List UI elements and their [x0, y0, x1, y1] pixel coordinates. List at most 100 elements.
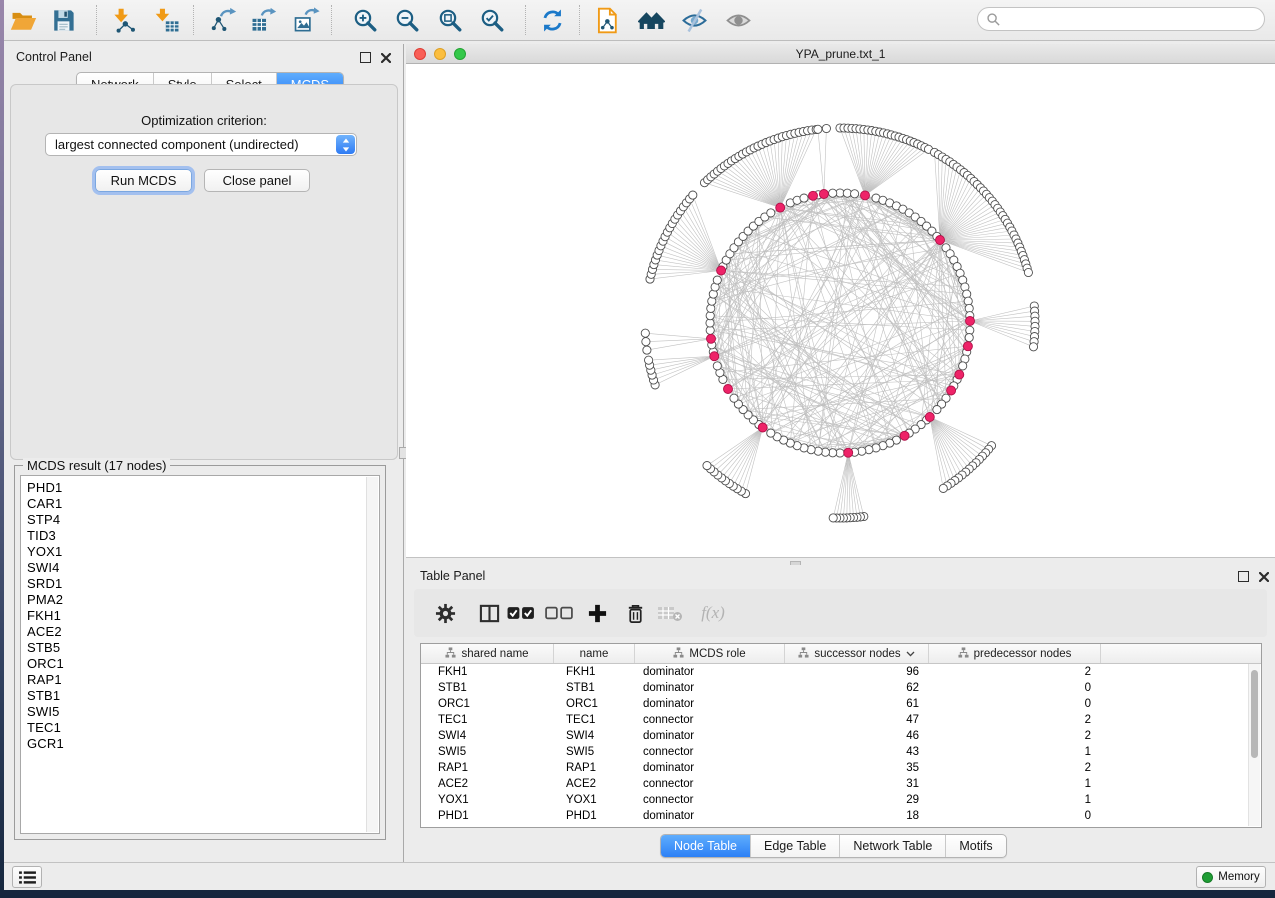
- zoom-selected-icon[interactable]: [475, 3, 509, 37]
- tab-node-table[interactable]: Node Table: [661, 835, 750, 857]
- control-panel: Control Panel NetworkStyleSelectMCDS Opt…: [4, 44, 404, 862]
- export-image-icon[interactable]: [289, 3, 323, 37]
- column-header-successor-nodes[interactable]: successor nodes: [785, 644, 929, 663]
- open-session-icon[interactable]: [6, 3, 40, 37]
- network-document-icon[interactable]: [589, 3, 623, 37]
- mcds-result-item[interactable]: PHD1: [21, 480, 379, 496]
- tree-icon: [445, 647, 456, 661]
- table-cell: 61: [785, 696, 929, 712]
- import-network-icon[interactable]: [107, 3, 141, 37]
- scrollbar-thumb[interactable]: [1251, 670, 1258, 758]
- column-header-MCDS-role[interactable]: MCDS role: [635, 644, 785, 663]
- table-cell: ORC1: [554, 696, 635, 712]
- mcds-result-item[interactable]: STB1: [21, 688, 379, 704]
- mcds-result-item[interactable]: STB5: [21, 640, 379, 656]
- mcds-result-item[interactable]: SWI4: [21, 560, 379, 576]
- column-header-shared-name[interactable]: shared name: [421, 644, 554, 663]
- show-columns-icon[interactable]: [472, 596, 506, 630]
- status-bar: Memory: [4, 862, 1275, 890]
- memory-button[interactable]: Memory: [1196, 866, 1266, 888]
- run-mcds-button[interactable]: Run MCDS: [95, 169, 192, 192]
- node-table-header: shared namenameMCDS rolesuccessor nodesp…: [421, 644, 1261, 664]
- mcds-result-group: MCDS result (17 nodes) PHD1CAR1STP4TID3Y…: [14, 465, 386, 840]
- mcds-tab-content: Optimization criterion: largest connecte…: [10, 84, 398, 460]
- table-cell: 35: [785, 760, 929, 776]
- table-row[interactable]: FKH1FKH1dominator962: [421, 664, 1261, 680]
- close-panel-icon[interactable]: [381, 53, 391, 63]
- home-neighbors-icon[interactable]: [634, 3, 668, 37]
- mcds-result-item[interactable]: SRD1: [21, 576, 379, 592]
- close-panel-icon[interactable]: [1259, 572, 1269, 582]
- column-header-name[interactable]: name: [554, 644, 635, 663]
- search-input[interactable]: [1005, 9, 1264, 29]
- table-row[interactable]: STB1STB1dominator620: [421, 680, 1261, 696]
- save-session-icon[interactable]: [46, 3, 80, 37]
- mcds-list-scrollbar[interactable]: [366, 477, 378, 832]
- mcds-result-item[interactable]: CAR1: [21, 496, 379, 512]
- tree-icon: [798, 647, 809, 661]
- table-row[interactable]: SWI4SWI4dominator462: [421, 728, 1261, 744]
- hide-graphics-details-icon[interactable]: [677, 3, 711, 37]
- node-table-rows: FKH1FKH1dominator962STB1STB1dominator620…: [421, 664, 1261, 824]
- table-cell: FKH1: [554, 664, 635, 680]
- tab-edge-table[interactable]: Edge Table: [750, 835, 839, 857]
- mcds-result-item[interactable]: GCR1: [21, 736, 379, 752]
- export-network-icon[interactable]: [206, 3, 240, 37]
- node-table-scrollbar[interactable]: [1248, 664, 1260, 826]
- tab-motifs[interactable]: Motifs: [945, 835, 1005, 857]
- table-cell: 62: [785, 680, 929, 696]
- table-row[interactable]: RAP1RAP1dominator352: [421, 760, 1261, 776]
- column-header-predecessor-nodes[interactable]: predecessor nodes: [929, 644, 1101, 663]
- add-column-icon[interactable]: [580, 596, 614, 630]
- table-cell: dominator: [635, 664, 785, 680]
- table-row[interactable]: YOX1YOX1connector291: [421, 792, 1261, 808]
- panel-menu-button[interactable]: [12, 866, 42, 888]
- main-toolbar: [4, 0, 1275, 41]
- toolbar-separator: [579, 5, 580, 35]
- import-table-icon[interactable]: [150, 3, 184, 37]
- close-panel-button[interactable]: Close panel: [204, 169, 310, 192]
- refresh-layout-icon[interactable]: [535, 3, 569, 37]
- mcds-result-item[interactable]: TEC1: [21, 720, 379, 736]
- mcds-result-title: MCDS result (17 nodes): [23, 458, 170, 473]
- float-panel-icon[interactable]: [360, 52, 371, 63]
- mcds-result-item[interactable]: STP4: [21, 512, 379, 528]
- search-field[interactable]: [977, 7, 1265, 31]
- optimization-select[interactable]: largest connected component (undirected): [45, 133, 357, 156]
- mcds-result-list[interactable]: PHD1CAR1STP4TID3YOX1SWI4SRD1PMA2FKH1ACE2…: [20, 475, 380, 834]
- table-cell: dominator: [635, 696, 785, 712]
- zoom-fit-icon[interactable]: [433, 3, 467, 37]
- mcds-result-item[interactable]: SWI5: [21, 704, 379, 720]
- table-cell: connector: [635, 792, 785, 808]
- float-panel-icon[interactable]: [1238, 571, 1249, 582]
- toolbar-separator: [331, 5, 332, 35]
- table-panel-tab-bar: Node TableEdge TableNetwork TableMotifs: [660, 834, 1007, 858]
- table-toolbar: f(x): [414, 589, 1267, 637]
- deselect-all-icon[interactable]: [542, 596, 576, 630]
- mcds-result-item[interactable]: PMA2: [21, 592, 379, 608]
- zoom-out-icon[interactable]: [390, 3, 424, 37]
- mcds-result-item[interactable]: TID3: [21, 528, 379, 544]
- mcds-result-item[interactable]: ACE2: [21, 624, 379, 640]
- network-window-titlebar[interactable]: YPA_prune.txt_1: [406, 44, 1275, 64]
- mcds-result-item[interactable]: YOX1: [21, 544, 379, 560]
- table-row[interactable]: ORC1ORC1dominator610: [421, 696, 1261, 712]
- mcds-result-item[interactable]: ORC1: [21, 656, 379, 672]
- tab-network-table[interactable]: Network Table: [839, 835, 945, 857]
- mcds-result-item[interactable]: RAP1: [21, 672, 379, 688]
- network-window-title: YPA_prune.txt_1: [406, 47, 1275, 61]
- mcds-result-item[interactable]: FKH1: [21, 608, 379, 624]
- table-row[interactable]: ACE2ACE2connector311: [421, 776, 1261, 792]
- network-canvas[interactable]: [406, 64, 1275, 558]
- show-graphics-details-icon[interactable]: [721, 3, 755, 37]
- table-row[interactable]: PHD1PHD1dominator180: [421, 808, 1261, 824]
- table-settings-gear-icon[interactable]: [428, 596, 462, 630]
- table-row[interactable]: TEC1TEC1connector472: [421, 712, 1261, 728]
- select-all-icon[interactable]: [504, 596, 538, 630]
- table-cell: SWI5: [421, 744, 554, 760]
- export-table-icon[interactable]: [246, 3, 280, 37]
- zoom-in-icon[interactable]: [348, 3, 382, 37]
- application-window: Control Panel NetworkStyleSelectMCDS Opt…: [4, 0, 1275, 890]
- delete-column-trash-icon[interactable]: [618, 596, 652, 630]
- table-row[interactable]: SWI5SWI5connector431: [421, 744, 1261, 760]
